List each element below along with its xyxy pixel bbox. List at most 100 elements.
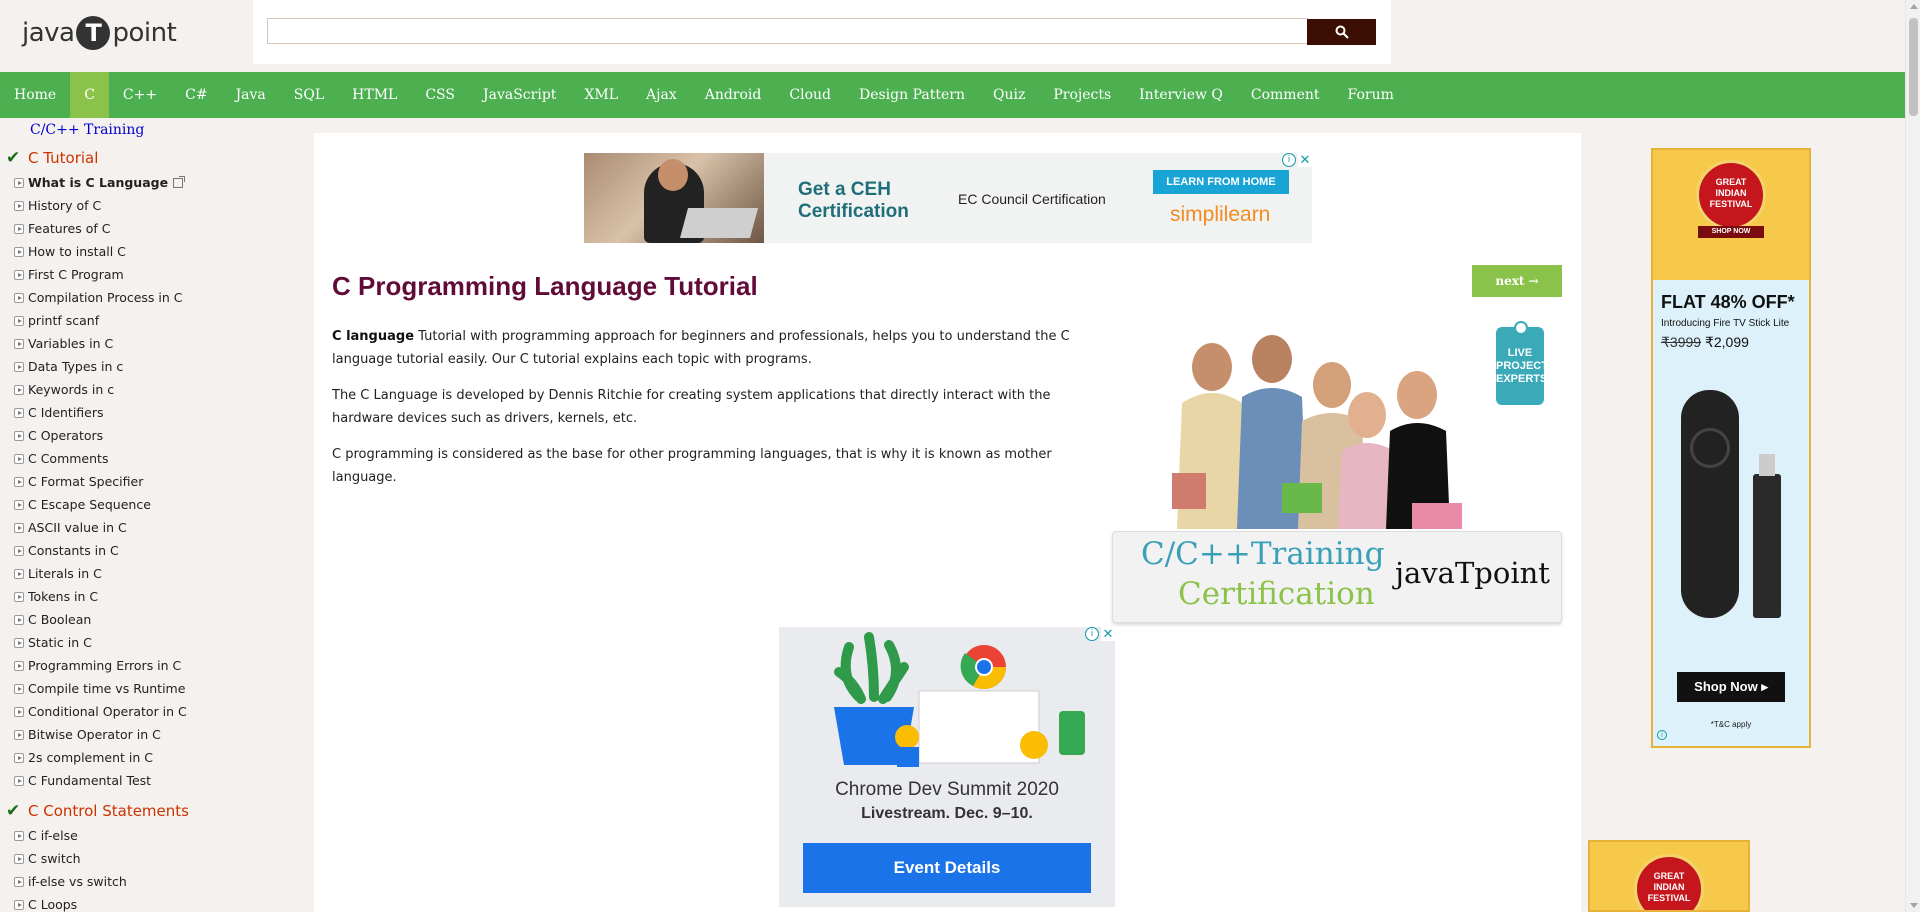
nav-item-design-pattern[interactable]: Design Pattern bbox=[845, 72, 979, 118]
nav-item-c[interactable]: C++ bbox=[109, 72, 171, 118]
nav-item-html[interactable]: HTML bbox=[338, 72, 411, 118]
nav-item-android[interactable]: Android bbox=[691, 72, 776, 118]
sidebar-item[interactable]: Conditional Operator in C bbox=[14, 704, 187, 719]
sidebar-item[interactable]: Bitwise Operator in C bbox=[14, 727, 161, 742]
site-logo[interactable]: java T point bbox=[22, 14, 177, 52]
ad-laptop bbox=[679, 208, 759, 238]
sidebar-item[interactable]: Programming Errors in C bbox=[14, 658, 181, 673]
ad-subtitle: EC Council Certification bbox=[958, 191, 1106, 207]
festival-logo-2: GREAT INDIAN FESTIVAL bbox=[1634, 854, 1704, 910]
event-details-button[interactable]: Event Details bbox=[803, 843, 1091, 893]
sidebar-item[interactable]: Literals in C bbox=[14, 566, 102, 581]
intro-bold: C language bbox=[332, 329, 415, 344]
adchoices-icon[interactable]: i bbox=[1085, 627, 1099, 641]
nav-item-cloud[interactable]: Cloud bbox=[775, 72, 845, 118]
sidebar-item[interactable]: C Comments bbox=[14, 451, 108, 466]
ad-cta-button[interactable]: LEARN FROM HOME bbox=[1153, 170, 1289, 194]
sidebar-item[interactable]: Features of C bbox=[14, 221, 110, 236]
nav-item-interview-q[interactable]: Interview Q bbox=[1125, 72, 1237, 118]
sidebar-item-label: C Escape Sequence bbox=[28, 497, 151, 512]
intro-paragraph: C language Tutorial with programming app… bbox=[332, 325, 1092, 371]
sidebar-item[interactable]: History of C bbox=[14, 198, 101, 213]
festival2-line3: FESTIVAL bbox=[1647, 893, 1691, 903]
sidebar-item-label: Data Types in c bbox=[28, 359, 124, 374]
nav-item-ajax[interactable]: Ajax bbox=[632, 72, 691, 118]
sidebar-item[interactable]: C Format Specifier bbox=[14, 474, 143, 489]
sidebar-item-label: Keywords in c bbox=[28, 382, 115, 397]
nav-item-sql[interactable]: SQL bbox=[280, 72, 338, 118]
sidebar-item[interactable]: How to install C bbox=[14, 244, 126, 259]
sidebar-item[interactable]: Compilation Process in C bbox=[14, 290, 183, 305]
page-scrollbar[interactable] bbox=[1905, 0, 1920, 912]
remote-image bbox=[1681, 390, 1739, 618]
sidebar-item[interactable]: printf scanf bbox=[14, 313, 99, 328]
ad-chrome-dev-summit[interactable]: Chrome Dev Summit 2020 Livestream. Dec. … bbox=[779, 627, 1115, 907]
sidebar-item[interactable]: if-else vs switch bbox=[14, 874, 127, 889]
search-button[interactable] bbox=[1307, 19, 1376, 45]
sidebar-item-label: Features of C bbox=[28, 221, 111, 236]
ad-person-head bbox=[658, 159, 688, 191]
training-promo[interactable]: LIVE PROJECT EXPERTS C/C++Training Certi… bbox=[1112, 321, 1562, 623]
sidebar-item[interactable]: Constants in C bbox=[14, 543, 119, 558]
main-content: Get a CEH Certification EC Council Certi… bbox=[314, 133, 1581, 912]
sidebar-item[interactable]: C Operators bbox=[14, 428, 103, 443]
search-input[interactable] bbox=[267, 18, 1308, 44]
nav-item-quiz[interactable]: Quiz bbox=[979, 72, 1039, 118]
nav-item-java[interactable]: Java bbox=[222, 72, 280, 118]
nav-item-css[interactable]: CSS bbox=[411, 72, 469, 118]
sidebar-item[interactable]: Tokens in C bbox=[14, 589, 98, 604]
nav-item-home[interactable]: Home bbox=[0, 72, 70, 118]
ad-right-bottom[interactable]: GREAT INDIAN FESTIVAL bbox=[1588, 840, 1750, 912]
sidebar-section-label: C Control Statements bbox=[28, 802, 189, 820]
sidebar-item[interactable]: C switch bbox=[14, 851, 81, 866]
sidebar-item-label: C Identifiers bbox=[28, 405, 104, 420]
sidebar-item[interactable]: Static in C bbox=[14, 635, 92, 650]
sidebar-item[interactable]: What is C Language bbox=[14, 175, 186, 190]
sidebar-item[interactable]: 2s complement in C bbox=[14, 750, 153, 765]
nav-item-comment[interactable]: Comment bbox=[1237, 72, 1334, 118]
ad-photo bbox=[584, 153, 764, 243]
close-icon[interactable]: ✕ bbox=[1298, 153, 1312, 168]
sidebar-item[interactable]: C Identifiers bbox=[14, 405, 104, 420]
promo-brand: javaTpoint bbox=[1395, 556, 1550, 590]
arrow-bullet-icon bbox=[14, 752, 24, 763]
scroll-up-icon[interactable] bbox=[1910, 4, 1918, 9]
external-link-icon bbox=[173, 175, 186, 188]
sidebar-item[interactable]: First C Program bbox=[14, 267, 124, 282]
ad-banner-top[interactable]: Get a CEH Certification EC Council Certi… bbox=[584, 153, 1312, 243]
logo-badge: T bbox=[76, 16, 111, 50]
sidebar-item[interactable]: C Boolean bbox=[14, 612, 91, 627]
ad-chrome-illustration bbox=[834, 632, 1085, 767]
arrow-bullet-icon bbox=[14, 246, 24, 257]
arrow-bullet-icon bbox=[14, 591, 24, 602]
sidebar-item[interactable]: ASCII value in C bbox=[14, 520, 127, 535]
nav-item-javascript[interactable]: JavaScript bbox=[469, 72, 570, 118]
sidebar-item[interactable]: C if-else bbox=[14, 828, 78, 843]
nav-item-projects[interactable]: Projects bbox=[1039, 72, 1125, 118]
nav-item-c[interactable]: C bbox=[70, 72, 109, 118]
sidebar-item[interactable]: Data Types in c bbox=[14, 359, 123, 374]
sidebar-item[interactable]: C Fundamental Test bbox=[14, 773, 151, 788]
offer-headline: FLAT 48% OFF* bbox=[1661, 292, 1795, 312]
shop-now-button[interactable]: Shop Now ▸ bbox=[1677, 672, 1785, 702]
adchoices-icon[interactable]: i bbox=[1282, 153, 1296, 167]
nav-item-c[interactable]: C# bbox=[171, 72, 221, 118]
close-icon[interactable]: ✕ bbox=[1101, 627, 1115, 642]
sidebar-item-label: Programming Errors in C bbox=[28, 658, 182, 673]
sidebar-training-link[interactable]: C/C++ Training bbox=[30, 122, 144, 138]
sidebar-item[interactable]: C Escape Sequence bbox=[14, 497, 151, 512]
sidebar-section-heading[interactable]: ✔ C Control Statements bbox=[6, 801, 189, 821]
sidebar-item[interactable]: Keywords in c bbox=[14, 382, 114, 397]
arrow-bullet-icon bbox=[14, 338, 24, 349]
nav-item-xml[interactable]: XML bbox=[570, 72, 632, 118]
nav-item-forum[interactable]: Forum bbox=[1334, 72, 1408, 118]
sidebar-item[interactable]: Compile time vs Runtime bbox=[14, 681, 185, 696]
adchoices-icon[interactable]: i bbox=[1657, 730, 1667, 740]
sidebar-section-heading[interactable]: ✔ C Tutorial bbox=[6, 148, 98, 168]
sidebar-item[interactable]: Variables in C bbox=[14, 336, 113, 351]
next-button[interactable]: next → bbox=[1472, 265, 1562, 297]
sidebar-item[interactable]: C Loops bbox=[14, 897, 77, 912]
scroll-down-icon[interactable] bbox=[1910, 903, 1918, 908]
ad-right-skyscraper[interactable]: GREAT INDIAN FESTIVAL SHOP NOW FLAT 48% … bbox=[1651, 148, 1811, 748]
scrollbar-thumb[interactable] bbox=[1909, 18, 1918, 116]
